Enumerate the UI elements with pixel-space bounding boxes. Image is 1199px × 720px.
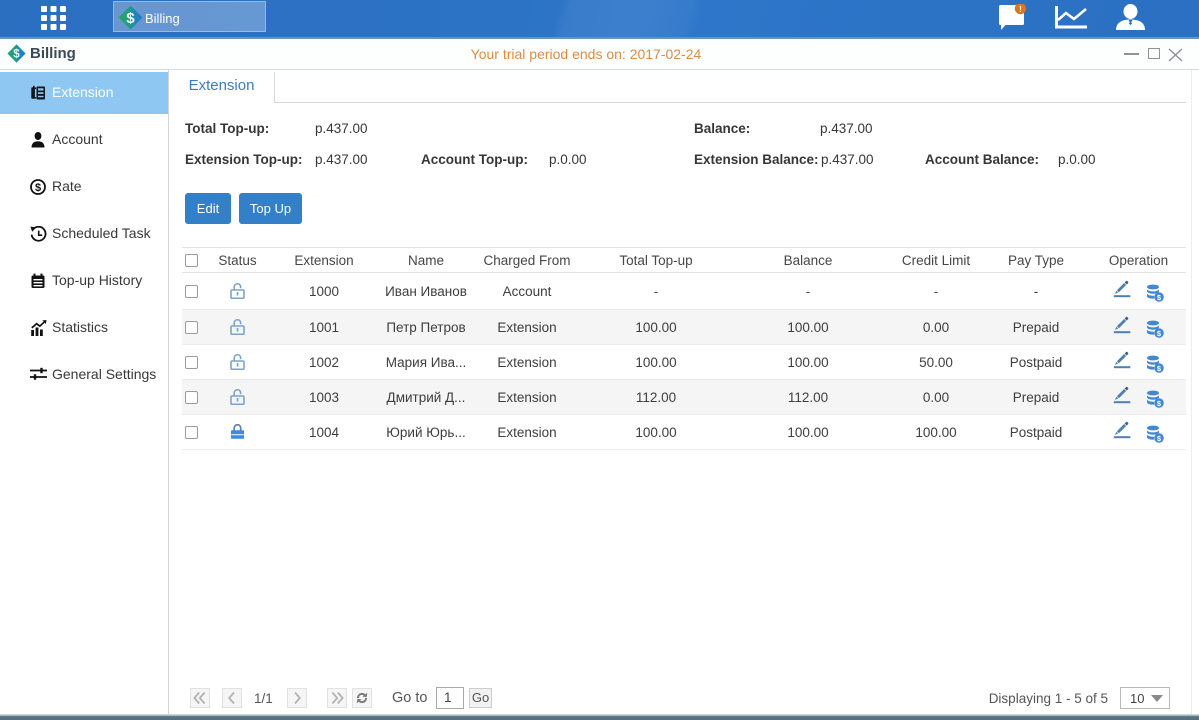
svg-text:$: $ [126,10,135,27]
svg-text:$: $ [13,49,20,61]
svg-text:$: $ [35,182,41,194]
svg-text:!: ! [1019,5,1022,14]
